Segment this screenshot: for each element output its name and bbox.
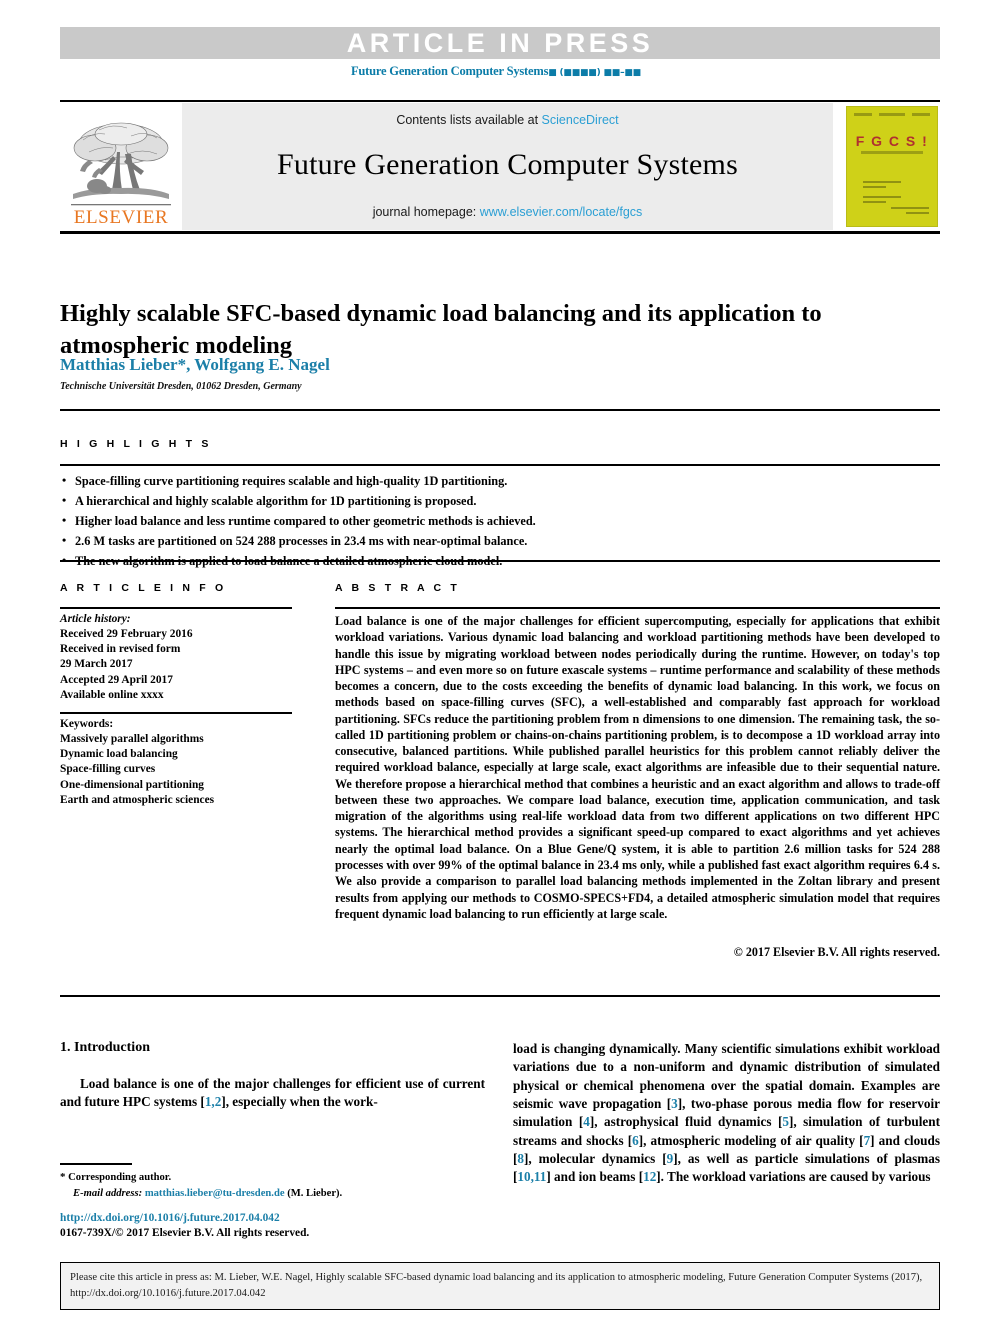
masthead-bottom-rule <box>60 231 940 234</box>
abstract-heading: A B S T R A C T <box>335 582 460 594</box>
abstract-rule <box>335 607 940 609</box>
list-item: Higher load balance and less runtime com… <box>60 511 940 532</box>
email-line: E-mail address: matthias.lieber@tu-dresd… <box>60 1186 485 1201</box>
asterisk-icon: * <box>60 1171 66 1183</box>
citation-ref[interactable]: 4 <box>583 1114 590 1129</box>
journal-homepage-link[interactable]: www.elsevier.com/locate/fgcs <box>480 205 643 219</box>
keywords-rule <box>60 712 292 714</box>
intro-text-segment: ], molecular dynamics [ <box>524 1151 667 1167</box>
masthead-center-panel: Contents lists available at ScienceDirec… <box>182 103 833 230</box>
article-info-heading: A R T I C L E I N F O <box>60 582 227 594</box>
contents-lists-line: Contents lists available at ScienceDirec… <box>396 113 618 127</box>
sciencedirect-link[interactable]: ScienceDirect <box>542 113 619 127</box>
elsevier-wordmark: ELSEVIER <box>73 207 169 229</box>
citation-ref[interactable]: 3 <box>671 1096 678 1111</box>
intro-text-post: ], especially when the work- <box>221 1094 378 1110</box>
intro-paragraph-left: Load balance is one of the major challen… <box>60 1075 485 1112</box>
journal-title: Future Generation Computer Systems <box>277 148 738 181</box>
journal-cover-thumbnail: F G C S ! <box>844 103 940 230</box>
article-history-line: Received in revised form <box>60 643 181 656</box>
doi-link[interactable]: http://dx.doi.org/10.1016/j.future.2017.… <box>60 1211 485 1226</box>
journal-reference-line: Future Generation Computer Systems■ (■■■… <box>0 64 992 79</box>
article-history-line: Available online xxxx <box>60 688 164 701</box>
cite-this-article-box: Please cite this article in press as: M.… <box>60 1262 940 1310</box>
keyword-item: One-dimensional partitioning <box>60 778 204 791</box>
abstract-text: Load balance is one of the major challen… <box>335 614 940 921</box>
article-history-line: Accepted 29 April 2017 <box>60 673 173 686</box>
citation-ref[interactable]: 5 <box>782 1114 789 1129</box>
cover-subtitle-bar <box>861 151 923 154</box>
intro-paragraph-right: load is changing dynamically. Many scien… <box>513 1040 940 1187</box>
affiliation-rule <box>60 409 940 411</box>
corresponding-author-text: Corresponding author. <box>68 1172 172 1183</box>
cover-header-marks <box>854 113 930 118</box>
highlights-bottom-rule <box>60 560 940 562</box>
article-history-line: Received 29 February 2016 <box>60 628 193 641</box>
journal-masthead: ELSEVIER Contents lists available at Sci… <box>60 103 940 230</box>
elsevier-logo: ELSEVIER <box>60 103 182 230</box>
body-column-right: load is changing dynamically. Many scien… <box>513 1040 940 1187</box>
keyword-item: Space-filling curves <box>60 763 156 776</box>
highlights-list: Space-filling curve partitioning require… <box>60 471 940 572</box>
abstract-bottom-rule <box>60 995 940 997</box>
journal-reference-placeholders: ■ (■■■■) ■■–■■ <box>548 68 641 78</box>
list-item: 2.6 M tasks are partitioned on 524 288 p… <box>60 531 940 552</box>
article-history-label: Article history: <box>60 613 131 625</box>
citation-ref[interactable]: 8 <box>517 1151 524 1166</box>
article-history-line: 29 March 2017 <box>60 658 133 671</box>
keywords-block: Keywords: Massively parallel algorithms … <box>60 717 292 808</box>
highlights-rule <box>60 464 940 466</box>
email-suffix: (M. Lieber). <box>287 1187 343 1199</box>
keyword-item: Massively parallel algorithms <box>60 733 204 746</box>
corresponding-author-line: * Corresponding author. <box>60 1170 485 1186</box>
cover-footer-lines <box>891 207 929 217</box>
issn-copyright-line: 0167-739X/© 2017 Elsevier B.V. All right… <box>60 1227 310 1240</box>
citation-ref[interactable]: 6 <box>632 1133 639 1148</box>
intro-text-segment: ] and ion beams [ <box>546 1169 644 1185</box>
citation-ref[interactable]: 10,11 <box>517 1169 546 1184</box>
article-in-press-label: ARTICLE IN PRESS <box>346 27 654 58</box>
doi-block: http://dx.doi.org/10.1016/j.future.2017.… <box>60 1211 485 1242</box>
cite-this-article-text: Please cite this article in press as: M.… <box>70 1272 923 1299</box>
email-link[interactable]: matthias.lieber@tu-dresden.de <box>145 1188 285 1199</box>
article-history-block: Article history: Received 29 February 20… <box>60 612 292 703</box>
journal-cover-image: F G C S ! <box>846 106 938 227</box>
intro-text-segment: ], atmospheric modeling of air quality [ <box>638 1132 864 1148</box>
keyword-item: Earth and atmospheric sciences <box>60 793 215 806</box>
affiliation: Technische Universität Dresden, 01062 Dr… <box>60 381 302 392</box>
elsevier-tree-icon <box>71 122 171 206</box>
footnote-rule <box>60 1163 132 1165</box>
body-column-left: 1. Introduction Load balance is one of t… <box>60 1040 485 1112</box>
article-in-press-banner: ARTICLE IN PRESS <box>60 27 940 59</box>
intro-text-segment: ]. The workload variations are caused by… <box>656 1169 931 1185</box>
cover-text-lines <box>863 181 901 206</box>
contents-lists-prefix: Contents lists available at <box>396 113 542 127</box>
citation-ref[interactable]: 1,2 <box>205 1094 221 1109</box>
keywords-label: Keywords: <box>60 718 114 730</box>
intro-text-segment: ], astrophysical fluid dynamics [ <box>589 1114 783 1130</box>
page-title: Highly scalable SFC-based dynamic load b… <box>60 300 822 359</box>
journal-homepage-line: journal homepage: www.elsevier.com/locat… <box>373 205 643 219</box>
list-item: A hierarchical and highly scalable algor… <box>60 491 940 512</box>
article-info-rule <box>60 607 292 609</box>
section-title-introduction: 1. Introduction <box>60 1040 150 1055</box>
journal-reference-title: Future Generation Computer Systems <box>351 64 549 78</box>
footnote-block: * Corresponding author. E-mail address: … <box>60 1170 485 1201</box>
journal-homepage-prefix: journal homepage: <box>372 205 480 219</box>
keyword-item: Dynamic load balancing <box>60 748 178 761</box>
email-label: E-mail address: <box>73 1187 143 1199</box>
citation-ref[interactable]: 12 <box>643 1169 656 1184</box>
cover-fgcs-logo: F G C S ! <box>855 133 929 149</box>
masthead-top-rule <box>60 100 940 102</box>
list-item: Space-filling curve partitioning require… <box>60 471 940 492</box>
highlights-heading: H I G H L I G H T S <box>60 438 212 450</box>
author-list[interactable]: Matthias Lieber*, Wolfgang E. Nagel <box>60 355 900 375</box>
abstract-copyright: © 2017 Elsevier B.V. All rights reserved… <box>733 945 940 959</box>
